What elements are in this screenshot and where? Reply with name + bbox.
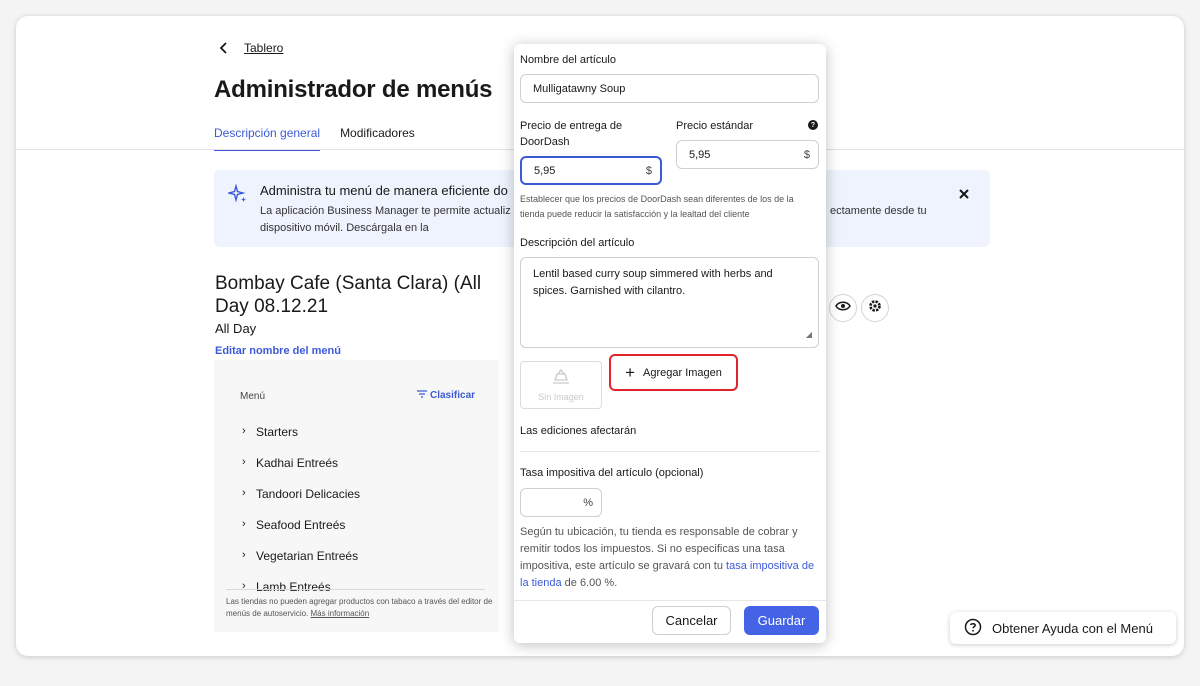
category-label: Starters xyxy=(256,425,299,439)
image-placeholder: Sin Imagen xyxy=(520,361,602,409)
tab-overview[interactable]: Descripción general xyxy=(214,126,321,151)
tab-modifiers[interactable]: Modificadores xyxy=(340,126,415,151)
image-placeholder-icon xyxy=(550,368,572,388)
currency-symbol: $ xyxy=(803,148,810,161)
no-image-label: Sin Imagen xyxy=(538,392,584,402)
currency-symbol: $ xyxy=(645,164,652,177)
standard-price-input[interactable] xyxy=(689,148,804,161)
help-icon[interactable]: ? xyxy=(808,120,818,130)
banner-text-line2: dispositivo móvil. Descárgala en la xyxy=(260,222,429,234)
chevron-right-icon: › xyxy=(242,580,246,592)
category-label: Seafood Entreés xyxy=(256,518,346,532)
edit-menu-name-link[interactable]: Editar nombre del menú xyxy=(215,345,341,357)
preview-button[interactable] xyxy=(829,294,857,322)
menu-category-panel: Menú Clasificar › Starters › Kadhai Entreé… xyxy=(214,360,499,632)
breadcrumb: Tablero xyxy=(216,40,283,56)
tobacco-notice: Las tiendas no pueden agregar productos … xyxy=(226,596,496,620)
category-item-seafood[interactable]: › Seafood Entreés xyxy=(242,518,360,549)
chevron-right-icon: › xyxy=(242,425,246,437)
item-name-field[interactable] xyxy=(520,74,819,103)
category-item-kadhai[interactable]: › Kadhai Entreés xyxy=(242,456,360,487)
price-hint: Establecer que los precios de DoorDash s… xyxy=(520,194,794,219)
plus-icon: + xyxy=(625,363,636,382)
chevron-right-icon: › xyxy=(242,518,246,530)
tax-rate-field[interactable]: % xyxy=(520,488,602,517)
item-name-label: Nombre del artículo xyxy=(520,54,616,66)
category-list: › Starters › Kadhai Entreés › Tandoori Deli… xyxy=(242,425,360,611)
category-item-starters[interactable]: › Starters xyxy=(242,425,360,456)
chevron-left-icon[interactable] xyxy=(216,40,232,56)
category-item-tandoori[interactable]: › Tandoori Delicacies xyxy=(242,487,360,518)
category-label: Tandoori Delicacies xyxy=(256,487,361,501)
chevron-right-icon: › xyxy=(242,549,246,561)
chevron-right-icon: › xyxy=(242,487,246,499)
tab-bar: Descripción general Modificadores xyxy=(214,126,415,151)
eye-icon xyxy=(835,299,851,317)
percent-symbol: % xyxy=(583,496,593,509)
sort-label: Clasificar xyxy=(430,390,476,401)
resize-handle-icon[interactable]: ◢ xyxy=(806,326,812,343)
back-link[interactable]: Tablero xyxy=(244,41,283,55)
category-label: Kadhai Entreés xyxy=(256,456,339,470)
add-image-label: Agregar Imagen xyxy=(643,366,722,379)
sort-icon xyxy=(417,390,427,401)
tax-note: Según tu ubicación, tu tienda es respons… xyxy=(520,524,820,592)
cancel-button[interactable]: Cancelar xyxy=(652,606,731,635)
category-label: Vegetarian Entreés xyxy=(256,549,359,563)
page-title: Administrador de menús xyxy=(214,76,493,103)
settings-button[interactable] xyxy=(861,294,889,322)
add-image-button[interactable]: + Agregar Imagen xyxy=(609,354,738,391)
help-icon xyxy=(964,618,982,639)
more-info-link[interactable]: Más información xyxy=(311,609,370,618)
tax-rate-input[interactable] xyxy=(533,496,584,509)
description-textarea[interactable]: Lentil based curry soup simmered with he… xyxy=(520,257,819,348)
category-label: Lamb Entreés xyxy=(256,580,331,594)
item-name-input[interactable] xyxy=(533,82,810,95)
item-edit-modal: Nombre del artículo Precio de entrega de… xyxy=(514,44,826,643)
menu-hours: All Day xyxy=(215,321,257,336)
banner-title: Administra tu menú de manera eficiente d… xyxy=(260,183,508,198)
edits-note: Las ediciones afectarán xyxy=(520,425,637,437)
tax-rate-label: Tasa impositiva del artículo (opcional) xyxy=(520,467,704,479)
close-icon[interactable] xyxy=(956,186,972,202)
description-label: Descripción del artículo xyxy=(520,237,635,249)
doordash-price-input[interactable] xyxy=(534,164,646,177)
save-button[interactable]: Guardar xyxy=(744,606,819,635)
tax-note-rate: de 6.00 %. xyxy=(561,577,618,589)
standard-price-label: Precio estándar xyxy=(676,120,754,132)
menu-help-button[interactable]: Obtener Ayuda con el Menú xyxy=(950,612,1176,644)
category-item-vegetarian[interactable]: › Vegetarian Entreés xyxy=(242,549,360,580)
doordash-price-label: Precio de entrega de DoorDash xyxy=(520,120,623,148)
gear-icon xyxy=(868,299,882,318)
menu-list-header: Menú xyxy=(240,391,266,402)
modal-footer-divider xyxy=(514,600,826,601)
sort-button[interactable]: Clasificar xyxy=(417,390,475,401)
doordash-price-field[interactable]: $ xyxy=(520,156,662,185)
chevron-right-icon: › xyxy=(242,456,246,468)
help-label: Obtener Ayuda con el Menú xyxy=(992,620,1153,636)
sparkle-icon xyxy=(226,183,248,204)
panel-divider xyxy=(226,589,485,590)
section-divider xyxy=(520,451,820,452)
standard-price-field[interactable]: $ xyxy=(676,140,819,169)
banner-text-right: ectamente desde tu xyxy=(830,205,927,217)
banner-text-left: La aplicación Business Manager te permit… xyxy=(260,205,511,217)
description-text: Lentil based curry soup simmered with he… xyxy=(533,268,773,297)
menu-name: Bombay Cafe (Santa Clara) (All Day 08.12… xyxy=(215,273,482,317)
